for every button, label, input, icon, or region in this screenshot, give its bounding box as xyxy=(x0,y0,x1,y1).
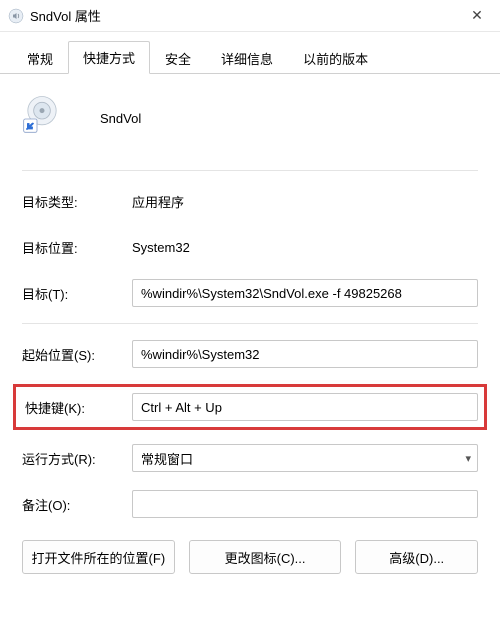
change-icon-button[interactable]: 更改图标(C)... xyxy=(189,540,342,574)
label-start-in: 起始位置(S): xyxy=(22,345,132,364)
advanced-button[interactable]: 高级(D)... xyxy=(355,540,478,574)
tab-label: 快捷方式 xyxy=(83,51,135,66)
value-target-location: System32 xyxy=(132,240,478,255)
button-label: 高级(D)... xyxy=(389,548,444,567)
separator xyxy=(22,170,478,171)
tab-label: 安全 xyxy=(165,52,191,67)
tab-content-shortcut: SndVol 目标类型: 应用程序 目标位置: System32 目标(T): … xyxy=(0,74,500,622)
titlebar: SndVol 属性 ✕ xyxy=(0,0,500,32)
input-target[interactable] xyxy=(132,279,478,307)
label-target: 目标(T): xyxy=(22,284,132,303)
button-label: 打开文件所在的位置(F) xyxy=(32,548,166,567)
shortcut-form: 目标类型: 应用程序 目标位置: System32 目标(T): 起始位置(S)… xyxy=(22,185,478,574)
label-comment: 备注(O): xyxy=(22,495,132,514)
label-shortcut-key: 快捷键(K): xyxy=(22,398,132,417)
label-target-location: 目标位置: xyxy=(22,238,132,257)
tab-label: 以前的版本 xyxy=(303,52,368,67)
window-title: SndVol 属性 xyxy=(30,6,454,25)
button-label: 更改图标(C)... xyxy=(225,548,306,567)
tab-details[interactable]: 详细信息 xyxy=(206,42,288,74)
row-run: 运行方式(R): 常规窗口 ▾ xyxy=(22,442,478,474)
select-run-value: 常规窗口 xyxy=(141,449,193,468)
row-comment: 备注(O): xyxy=(22,488,478,520)
value-target-type: 应用程序 xyxy=(132,192,478,211)
row-target-location: 目标位置: System32 xyxy=(22,231,478,263)
tab-label: 常规 xyxy=(27,52,53,67)
row-start-in: 起始位置(S): xyxy=(22,338,478,370)
app-large-icon xyxy=(22,94,70,142)
app-header: SndVol xyxy=(22,90,478,146)
separator xyxy=(22,323,478,324)
chevron-down-icon: ▾ xyxy=(465,452,471,465)
properties-window: SndVol 属性 ✕ 常规 快捷方式 安全 详细信息 以前的版本 xyxy=(0,0,500,622)
label-target-type: 目标类型: xyxy=(22,192,132,211)
row-shortcut-key-highlight: 快捷键(K): xyxy=(13,384,487,430)
app-name: SndVol xyxy=(100,111,141,126)
select-run[interactable]: 常规窗口 ▾ xyxy=(132,444,478,472)
tab-previous-versions[interactable]: 以前的版本 xyxy=(288,42,383,74)
input-start-in[interactable] xyxy=(132,340,478,368)
input-shortcut-key[interactable] xyxy=(132,393,478,421)
tab-label: 详细信息 xyxy=(221,52,273,67)
open-file-location-button[interactable]: 打开文件所在的位置(F) xyxy=(22,540,175,574)
tab-security[interactable]: 安全 xyxy=(150,42,206,74)
row-target-type: 目标类型: 应用程序 xyxy=(22,185,478,217)
titlebar-app-icon xyxy=(8,8,24,24)
button-row: 打开文件所在的位置(F) 更改图标(C)... 高级(D)... xyxy=(22,540,478,574)
tab-shortcut[interactable]: 快捷方式 xyxy=(68,41,150,74)
row-target: 目标(T): xyxy=(22,277,478,309)
close-button[interactable]: ✕ xyxy=(454,0,500,32)
tab-strip: 常规 快捷方式 安全 详细信息 以前的版本 xyxy=(0,32,500,74)
input-comment[interactable] xyxy=(132,490,478,518)
tab-general[interactable]: 常规 xyxy=(12,42,68,74)
close-icon: ✕ xyxy=(471,7,483,24)
label-run: 运行方式(R): xyxy=(22,449,132,468)
